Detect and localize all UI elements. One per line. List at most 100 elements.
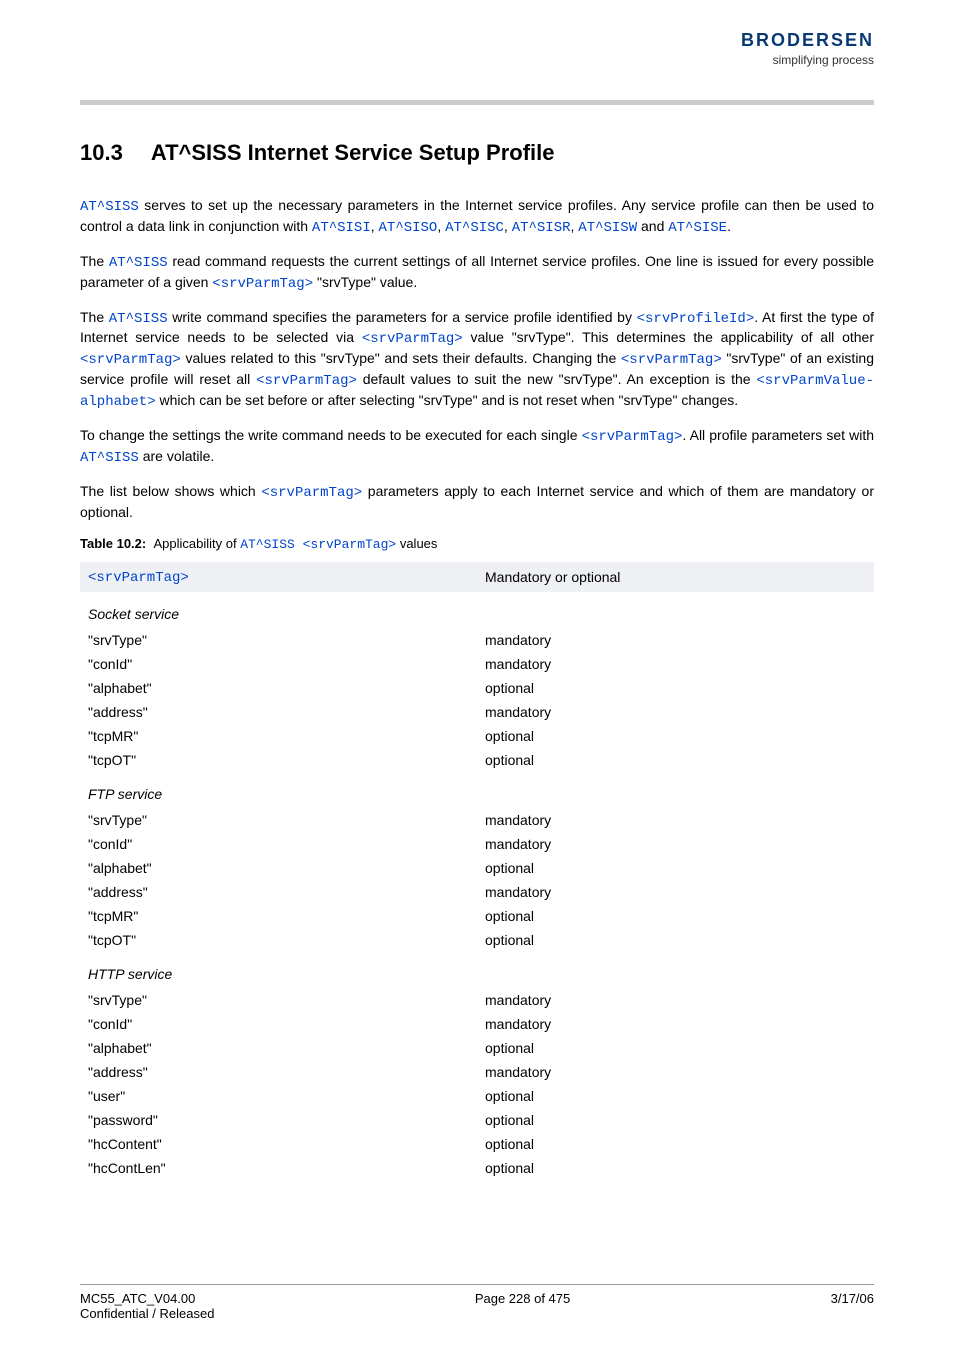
cmd-at-sise: AT^SISE bbox=[668, 220, 727, 236]
param-tag-cell: "srvType" bbox=[80, 988, 477, 1012]
table-row: "alphabet"optional bbox=[80, 1036, 874, 1060]
param-req-cell: optional bbox=[477, 724, 874, 748]
param-req-cell: optional bbox=[477, 1156, 874, 1180]
table-caption: Table 10.2: Applicability of AT^SISS <sr… bbox=[80, 536, 874, 552]
table-header-row: <srvParmTag> Mandatory or optional bbox=[80, 562, 874, 592]
paragraph-2: The AT^SISS read command requests the cu… bbox=[80, 252, 874, 294]
brand-name: BRODERSEN bbox=[741, 30, 874, 51]
table-row: "hcContent"optional bbox=[80, 1132, 874, 1156]
footer-confidential: Confidential / Released bbox=[80, 1306, 214, 1321]
param-req-cell: mandatory bbox=[477, 628, 874, 652]
table-row: "alphabet"optional bbox=[80, 676, 874, 700]
table-row: "srvType"mandatory bbox=[80, 988, 874, 1012]
param-req-cell: mandatory bbox=[477, 652, 874, 676]
paragraph-5: The list below shows which <srvParmTag> … bbox=[80, 482, 874, 522]
param-req-cell: mandatory bbox=[477, 808, 874, 832]
param-tag-cell: "conId" bbox=[80, 832, 477, 856]
cmd-at-sisc: AT^SISC bbox=[445, 220, 504, 236]
paragraph-3: The AT^SISS write command specifies the … bbox=[80, 308, 874, 412]
table-section-row: FTP service bbox=[80, 772, 874, 808]
param-tag-cell: "address" bbox=[80, 700, 477, 724]
brand-logo: BRODERSEN simplifying process bbox=[741, 30, 874, 67]
param-req-cell: mandatory bbox=[477, 880, 874, 904]
param-req-cell: optional bbox=[477, 1108, 874, 1132]
cmd-at-siss: AT^SISS bbox=[80, 199, 139, 215]
table-row: "srvType"mandatory bbox=[80, 808, 874, 832]
table-section-title: HTTP service bbox=[80, 952, 874, 988]
param-req-cell: optional bbox=[477, 904, 874, 928]
params-table: <srvParmTag> Mandatory or optional Socke… bbox=[80, 562, 874, 1180]
param-req-cell: optional bbox=[477, 1036, 874, 1060]
table-row: "hcContLen"optional bbox=[80, 1156, 874, 1180]
param-tag-cell: "tcpMR" bbox=[80, 904, 477, 928]
cmd-at-sisw: AT^SISW bbox=[578, 220, 637, 236]
footer-left: MC55_ATC_V04.00 Confidential / Released bbox=[80, 1291, 214, 1321]
param-req-cell: mandatory bbox=[477, 1060, 874, 1084]
param-tag-cell: "address" bbox=[80, 1060, 477, 1084]
table-section-title: Socket service bbox=[80, 592, 874, 628]
table-row: "user"optional bbox=[80, 1084, 874, 1108]
cmd-at-sisr: AT^SISR bbox=[512, 220, 571, 236]
table-row: "address"mandatory bbox=[80, 1060, 874, 1084]
param-req-cell: optional bbox=[477, 1132, 874, 1156]
page-footer: MC55_ATC_V04.00 Confidential / Released … bbox=[80, 1284, 874, 1321]
param-srvprofileid: <srvProfileId> bbox=[637, 311, 755, 327]
param-tag-cell: "alphabet" bbox=[80, 1036, 477, 1060]
table-row: "conId"mandatory bbox=[80, 1012, 874, 1036]
param-srvparmtag: <srvParmTag> bbox=[582, 429, 683, 445]
param-req-cell: mandatory bbox=[477, 988, 874, 1012]
param-tag-cell: "tcpOT" bbox=[80, 928, 477, 952]
param-req-cell: mandatory bbox=[477, 700, 874, 724]
table-row: "address"mandatory bbox=[80, 700, 874, 724]
table-section-title: FTP service bbox=[80, 772, 874, 808]
table-label: Table 10.2: bbox=[80, 536, 146, 551]
paragraph-4: To change the settings the write command… bbox=[80, 426, 874, 468]
table-section-row: Socket service bbox=[80, 592, 874, 628]
table-section-row: HTTP service bbox=[80, 952, 874, 988]
param-tag-cell: "conId" bbox=[80, 1012, 477, 1036]
param-req-cell: optional bbox=[477, 928, 874, 952]
footer-doc-id: MC55_ATC_V04.00 bbox=[80, 1291, 214, 1306]
cmd-at-siss: AT^SISS bbox=[109, 255, 168, 271]
param-srvparmtag: <srvParmTag> bbox=[212, 276, 313, 292]
table-row: "conId"mandatory bbox=[80, 832, 874, 856]
param-tag-cell: "alphabet" bbox=[80, 856, 477, 880]
param-req-cell: mandatory bbox=[477, 1012, 874, 1036]
table-row: "tcpMR"optional bbox=[80, 904, 874, 928]
table-row: "srvType"mandatory bbox=[80, 628, 874, 652]
table-row: "address"mandatory bbox=[80, 880, 874, 904]
footer-date: 3/17/06 bbox=[831, 1291, 874, 1321]
param-req-cell: optional bbox=[477, 856, 874, 880]
param-srvparmtag: <srvParmTag> bbox=[261, 485, 362, 501]
param-tag-cell: "user" bbox=[80, 1084, 477, 1108]
cmd-at-siso: AT^SISO bbox=[379, 220, 438, 236]
cmd-at-siss: AT^SISS bbox=[80, 450, 139, 466]
param-req-cell: optional bbox=[477, 1084, 874, 1108]
brand-tagline: simplifying process bbox=[741, 53, 874, 67]
section-number: 10.3 bbox=[80, 140, 123, 166]
col-header-req: Mandatory or optional bbox=[477, 562, 874, 592]
param-tag-cell: "tcpOT" bbox=[80, 748, 477, 772]
section-title-text: AT^SISS Internet Service Setup Profile bbox=[151, 140, 555, 165]
header-divider bbox=[80, 100, 874, 105]
table-caption-cmd: AT^SISS <srvParmTag> bbox=[240, 537, 396, 552]
param-tag-cell: "srvType" bbox=[80, 628, 477, 652]
param-tag-cell: "hcContent" bbox=[80, 1132, 477, 1156]
table-row: "tcpOT"optional bbox=[80, 928, 874, 952]
param-tag-cell: "alphabet" bbox=[80, 676, 477, 700]
footer-page: Page 228 of 475 bbox=[475, 1291, 570, 1321]
table-row: "password"optional bbox=[80, 1108, 874, 1132]
param-req-cell: optional bbox=[477, 748, 874, 772]
param-tag-cell: "address" bbox=[80, 880, 477, 904]
table-row: "conId"mandatory bbox=[80, 652, 874, 676]
param-tag-cell: "srvType" bbox=[80, 808, 477, 832]
param-tag-cell: "conId" bbox=[80, 652, 477, 676]
param-srvparmtag: <srvParmTag> bbox=[362, 331, 463, 347]
cmd-at-siss: AT^SISS bbox=[109, 311, 168, 327]
param-tag-cell: "tcpMR" bbox=[80, 724, 477, 748]
paragraph-1: AT^SISS serves to set up the necessary p… bbox=[80, 196, 874, 238]
param-req-cell: optional bbox=[477, 676, 874, 700]
table-row: "alphabet"optional bbox=[80, 856, 874, 880]
param-tag-cell: "password" bbox=[80, 1108, 477, 1132]
cmd-at-sisi: AT^SISI bbox=[312, 220, 371, 236]
